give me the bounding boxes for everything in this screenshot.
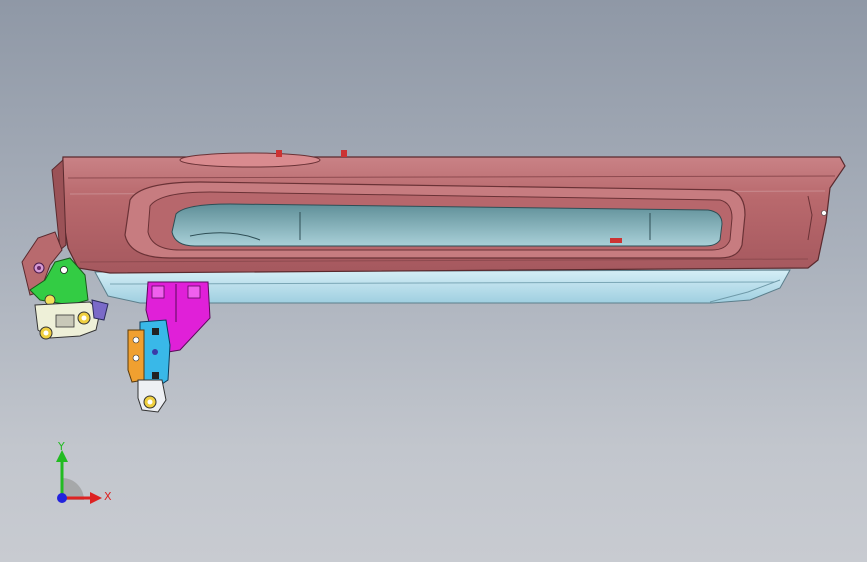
door-trim-panel[interactable] [51, 150, 846, 274]
latch-assembly[interactable] [34, 299, 109, 340]
y-axis-label: Y [58, 440, 65, 453]
axis-triad[interactable]: Y X [44, 440, 124, 520]
cad-viewport[interactable]: Y X [0, 0, 867, 562]
axis-triad-graphic [56, 450, 102, 504]
hinge-assembly[interactable] [127, 319, 171, 413]
x-axis-arrow [90, 492, 102, 504]
3d-model-view[interactable] [0, 0, 867, 562]
x-axis-label: X [104, 490, 112, 503]
z-axis-dot [57, 493, 67, 503]
pocket-opening [171, 203, 723, 247]
